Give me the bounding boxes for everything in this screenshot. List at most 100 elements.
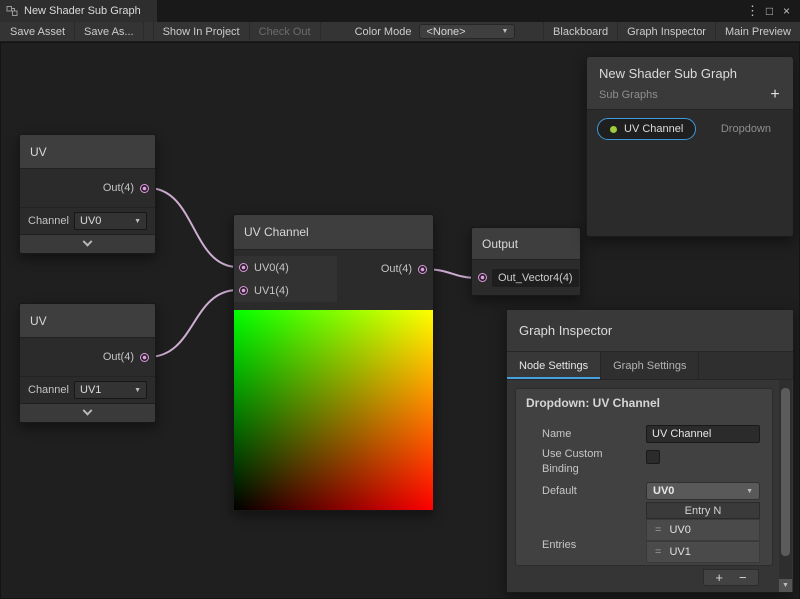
menu-icon[interactable]: ⋮ — [744, 2, 761, 20]
uv-channel-out-row: Out(4) — [381, 263, 427, 275]
uv-channel-out-port[interactable] — [418, 265, 427, 274]
add-entry-button[interactable]: + — [715, 570, 723, 585]
in-port-label: UV1(4) — [254, 285, 289, 297]
uv0-input-row: UV0(4) — [234, 256, 337, 279]
uv-channel-node-ports: UV0(4) UV1(4) Out(4) — [234, 250, 433, 310]
channel-value: UV1 — [80, 384, 101, 396]
blackboard-header[interactable]: New Shader Sub Graph Sub Graphs + — [587, 57, 793, 110]
node-title: UV Channel — [244, 225, 309, 239]
entry-row-uv1[interactable]: = UV1 — [646, 541, 760, 563]
channel-label: Channel — [28, 215, 70, 227]
window-tab-bar: New Shader Sub Graph ⋮ □ × — [0, 0, 800, 22]
name-label: Name — [542, 428, 571, 440]
use-custom-binding-checkbox[interactable] — [646, 450, 660, 464]
uv-node-top-collapse-button[interactable] — [20, 234, 155, 253]
node-title: UV — [30, 145, 47, 159]
blackboard-toggle-button[interactable]: Blackboard — [543, 22, 617, 41]
chevron-down-icon: ▼ — [134, 218, 141, 225]
uv-channel-node[interactable]: UV Channel UV0(4) UV1(4) Out(4) — [233, 214, 434, 511]
output-node-header[interactable]: Output — [472, 228, 580, 260]
inspector-content: Dropdown: UV Channel Name Use Custom Bin… — [507, 380, 793, 592]
out-port-label: Out(4) — [103, 351, 134, 363]
toolbar-right-group: Blackboard Graph Inspector Main Preview — [543, 22, 800, 41]
maximize-icon[interactable]: □ — [761, 2, 778, 20]
entries-label: Entries — [542, 539, 576, 551]
save-asset-button[interactable]: Save Asset — [0, 22, 75, 41]
uv-node-bottom-header[interactable]: UV — [20, 304, 155, 338]
chevron-down-icon: ▼ — [746, 488, 753, 495]
close-icon[interactable]: × — [778, 2, 795, 20]
dropdown-settings-card: Dropdown: UV Channel Name Use Custom Bin… — [515, 388, 773, 566]
tab-new-shader-sub-graph[interactable]: New Shader Sub Graph — [0, 0, 157, 22]
out-vector4-input-port[interactable] — [478, 273, 487, 282]
edge-uv1-to-uvchannel[interactable] — [148, 290, 238, 357]
chevron-down-icon: ▼ — [502, 28, 509, 35]
uv1-input-row: UV1(4) — [234, 279, 337, 302]
blackboard-subtitle: Sub Graphs — [599, 89, 781, 101]
uv-node-top-out-port[interactable] — [140, 184, 149, 193]
uv0-input-port[interactable] — [239, 263, 248, 272]
scrollbar-down-arrow[interactable]: ▼ — [779, 579, 792, 592]
drag-handle-icon[interactable]: = — [655, 524, 661, 536]
tab-node-settings[interactable]: Node Settings — [507, 352, 601, 379]
shader-graph-window: New Shader Sub Graph ⋮ □ × Save Asset Sa… — [0, 0, 800, 599]
default-value: UV0 — [653, 485, 674, 497]
edge-uv0-to-uvchannel[interactable] — [148, 188, 238, 267]
entries-list-header: Entry N — [646, 502, 760, 519]
name-input[interactable] — [646, 425, 760, 443]
uv-gradient-preview — [234, 310, 433, 510]
uv-node-top-channel-dropdown[interactable]: UV0 ▼ — [74, 212, 147, 230]
main-preview-toggle-button[interactable]: Main Preview — [715, 22, 800, 41]
entries-list-footer: + − — [703, 569, 759, 586]
scrollbar-thumb[interactable] — [781, 388, 790, 556]
drag-handle-icon[interactable]: = — [655, 546, 661, 558]
window-controls: ⋮ □ × — [744, 0, 800, 22]
uv-node-bottom-out-row: Out(4) — [20, 338, 155, 376]
entry-row-uv0[interactable]: = UV0 — [646, 519, 760, 541]
in-port-label: UV0(4) — [254, 262, 289, 274]
collapse-chevron-icon — [83, 405, 93, 415]
out-port-label: Out(4) — [103, 182, 134, 194]
add-property-button[interactable]: + — [765, 86, 785, 104]
node-title: Output — [482, 237, 518, 251]
show-in-project-button[interactable]: Show In Project — [153, 22, 250, 41]
uv-node-top-channel-row: Channel UV0 ▼ — [20, 207, 155, 234]
remove-entry-button[interactable]: − — [739, 570, 747, 585]
in-port-label: Out_Vector4(4) — [492, 269, 579, 287]
channel-label: Channel — [28, 384, 70, 396]
blackboard-title: New Shader Sub Graph — [599, 66, 781, 81]
tab-title: New Shader Sub Graph — [24, 5, 141, 17]
uv-node-top[interactable]: UV Out(4) Channel UV0 ▼ — [19, 134, 156, 254]
graph-canvas[interactable]: UV Out(4) Channel UV0 ▼ UV — [0, 42, 800, 599]
uv-node-top-header[interactable]: UV — [20, 135, 155, 169]
default-dropdown[interactable]: UV0 ▼ — [646, 482, 760, 500]
uv-node-bottom[interactable]: UV Out(4) Channel UV1 ▼ — [19, 303, 156, 423]
graph-inspector-panel: Graph Inspector Node Settings Graph Sett… — [506, 309, 794, 593]
use-custom-binding-label: Use Custom Binding — [542, 447, 634, 478]
output-node-in-row: Out_Vector4(4) — [472, 260, 580, 295]
output-node[interactable]: Output Out_Vector4(4) — [471, 227, 581, 296]
channel-value: UV0 — [80, 215, 101, 227]
chevron-down-icon: ▼ — [782, 582, 789, 589]
uv-node-bottom-channel-dropdown[interactable]: UV1 ▼ — [74, 381, 147, 399]
uv-node-bottom-channel-row: Channel UV1 ▼ — [20, 376, 155, 403]
graph-inspector-toggle-button[interactable]: Graph Inspector — [617, 22, 715, 41]
uv-node-bottom-collapse-button[interactable] — [20, 403, 155, 422]
graph-inspector-header[interactable]: Graph Inspector — [507, 310, 793, 352]
color-mode-value: <None> — [426, 26, 465, 38]
save-as-button[interactable]: Save As... — [75, 22, 144, 41]
color-mode-label: Color Mode — [347, 22, 420, 41]
check-out-button[interactable]: Check Out — [250, 22, 321, 41]
uv1-input-port[interactable] — [239, 286, 248, 295]
blackboard-item-label: UV Channel — [624, 123, 683, 135]
shader-graph-icon — [6, 5, 18, 17]
uv-channel-node-header[interactable]: UV Channel — [234, 215, 433, 250]
card-title: Dropdown: UV Channel — [516, 389, 772, 416]
color-mode-dropdown[interactable]: <None> ▼ — [419, 24, 515, 39]
uv-channel-input-group: UV0(4) UV1(4) — [234, 256, 337, 302]
tab-graph-settings[interactable]: Graph Settings — [601, 352, 699, 379]
blackboard-item-row: UV Channel Dropdown — [597, 118, 783, 140]
blackboard-item-uv-channel[interactable]: UV Channel — [597, 118, 696, 140]
inspector-scrollbar[interactable]: ▼ — [779, 380, 792, 592]
uv-node-bottom-out-port[interactable] — [140, 353, 149, 362]
